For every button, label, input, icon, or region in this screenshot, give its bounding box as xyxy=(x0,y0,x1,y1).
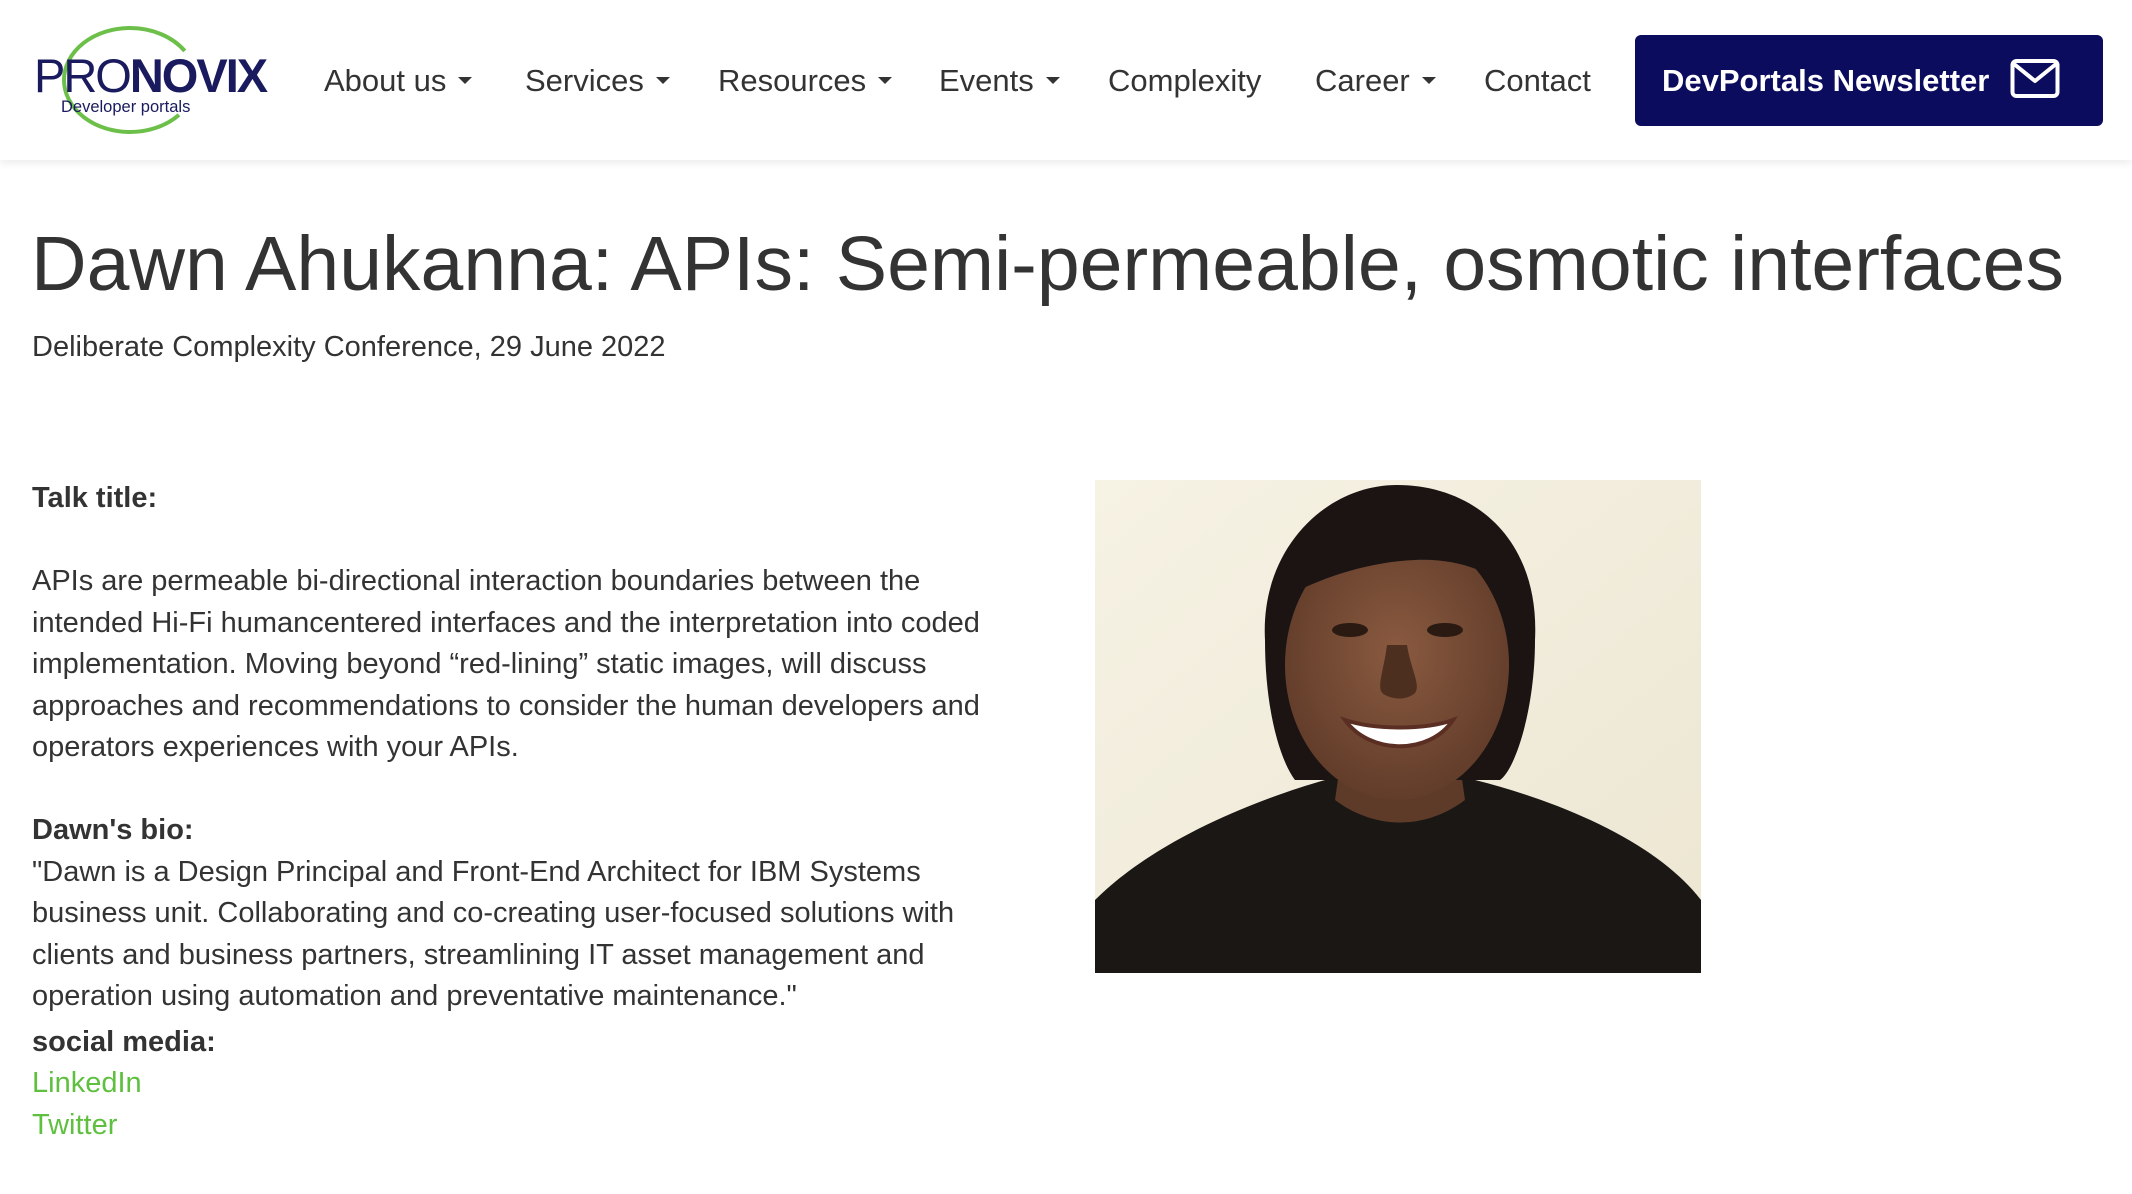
caret-down-icon xyxy=(458,77,473,85)
nav-contact[interactable]: Contact xyxy=(1484,56,1591,106)
nav-services[interactable]: Services xyxy=(525,56,670,106)
page-title: Dawn Ahukanna: APIs: Semi-permeable, osm… xyxy=(31,221,2064,307)
nav-resources[interactable]: Resources xyxy=(718,56,893,106)
newsletter-button[interactable]: DevPortals Newsletter xyxy=(1635,35,2103,126)
newsletter-label: DevPortals Newsletter xyxy=(1662,63,1990,98)
nav-about-us[interactable]: About us xyxy=(324,56,473,106)
nav-career[interactable]: Career xyxy=(1315,56,1436,106)
bio-label: Dawn's bio: xyxy=(32,814,194,846)
caret-down-icon xyxy=(1421,77,1436,85)
pronovix-logo[interactable]: PRONOVIX Developer portals xyxy=(32,24,268,136)
speaker-photo xyxy=(1095,480,1701,973)
envelope-icon xyxy=(2010,59,2060,98)
speaker-bio: "Dawn is a Design Principal and Front-En… xyxy=(32,855,955,1013)
caret-down-icon xyxy=(655,77,670,85)
caret-down-icon xyxy=(878,77,893,85)
talk-abstract: APIs are permeable bi-directional intera… xyxy=(32,565,980,763)
social-media-label: social media: xyxy=(32,1025,216,1058)
twitter-link[interactable]: Twitter xyxy=(32,1105,1062,1147)
linkedin-link[interactable]: LinkedIn xyxy=(32,1063,1062,1105)
talk-details: Talk title: APIs are permeable bi-direct… xyxy=(32,478,1062,1146)
logo-tagline: Developer portals xyxy=(61,98,191,116)
page-subtitle: Deliberate Complexity Conference, 29 Jun… xyxy=(32,331,666,363)
nav-events[interactable]: Events xyxy=(939,56,1060,106)
nav-complexity[interactable]: Complexity xyxy=(1108,56,1261,106)
site-header: PRONOVIX Developer portals About us Serv… xyxy=(0,0,2132,160)
talk-title-label: Talk title: xyxy=(32,482,158,514)
caret-down-icon xyxy=(1045,77,1060,85)
logo-wordmark: PRONOVIX xyxy=(34,49,268,102)
